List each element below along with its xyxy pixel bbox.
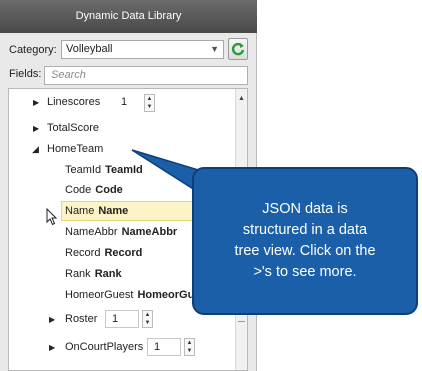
- mouse-cursor-icon: [46, 208, 58, 226]
- roster-count-input[interactable]: 1: [105, 310, 139, 328]
- oncourtplayers-count-input[interactable]: 1: [147, 338, 181, 356]
- expand-arrow-icon[interactable]: ▶: [49, 343, 55, 352]
- search-input[interactable]: Search: [44, 66, 248, 85]
- refresh-button[interactable]: [228, 38, 248, 60]
- scroll-thumb[interactable]: [238, 314, 245, 322]
- tree-node-oncourtplayers[interactable]: OnCourtPlayers: [65, 337, 143, 357]
- tree-node-rank[interactable]: Rank Rank: [65, 264, 122, 284]
- fields-label: Fields:: [9, 68, 42, 80]
- tree-node-totalscore[interactable]: TotalScore: [47, 118, 99, 138]
- tree-node-teamid[interactable]: TeamId TeamId: [65, 160, 143, 180]
- refresh-icon: [231, 42, 245, 56]
- category-row: Category:: [9, 40, 61, 60]
- tree-node-homeorguest[interactable]: HomeorGuest HomeorGue: [65, 285, 200, 305]
- expand-arrow-icon[interactable]: ▶: [33, 124, 39, 133]
- category-value: Volleyball: [66, 43, 113, 55]
- expand-arrow-icon[interactable]: ▶: [33, 98, 39, 107]
- tutorial-callout: JSON data is structured in a data tree v…: [192, 167, 418, 315]
- oncourtplayers-spinner[interactable]: ▲ ▼: [184, 338, 195, 356]
- chevron-down-icon: ▼: [210, 44, 219, 54]
- linescores-count[interactable]: 1: [121, 96, 127, 108]
- tree-node-roster[interactable]: Roster: [65, 309, 97, 329]
- linescores-spinner[interactable]: ▲ ▼: [144, 94, 155, 112]
- scroll-up-icon[interactable]: ▲: [238, 95, 245, 102]
- roster-spinner[interactable]: ▲ ▼: [142, 310, 153, 328]
- panel-title: Dynamic Data Library: [75, 10, 182, 22]
- tree-node-nameabbr[interactable]: NameAbbr NameAbbr: [65, 222, 177, 242]
- panel-titlebar: Dynamic Data Library: [0, 0, 257, 33]
- tree-node-code[interactable]: Code Code: [65, 180, 123, 200]
- tree-node-record[interactable]: Record Record: [65, 243, 142, 263]
- expand-arrow-icon[interactable]: ▶: [49, 315, 55, 324]
- tree-node-linescores[interactable]: Linescores: [47, 92, 100, 112]
- collapse-arrow-icon[interactable]: ◢: [32, 144, 39, 155]
- tree-node-hometeam[interactable]: HomeTeam: [47, 139, 103, 159]
- category-label: Category:: [9, 44, 57, 56]
- category-select[interactable]: Volleyball ▼: [61, 40, 224, 59]
